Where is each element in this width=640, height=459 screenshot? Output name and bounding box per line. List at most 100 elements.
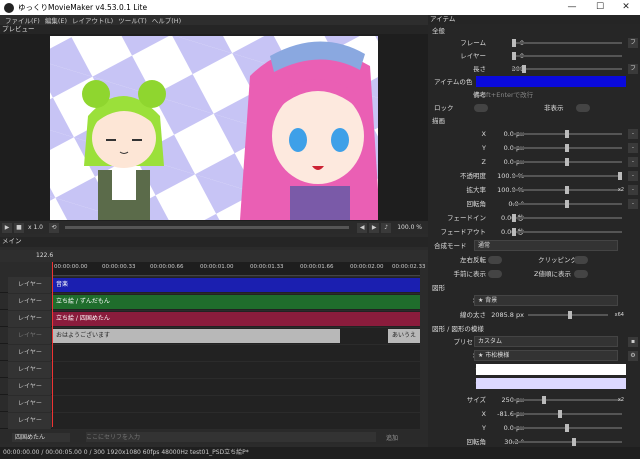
- layer-name[interactable]: レイヤー 03: [8, 328, 51, 355]
- preview-header: プレビュー: [0, 25, 428, 34]
- menu-edit[interactable]: 編集(E): [45, 15, 67, 25]
- layer-track[interactable]: 音楽: [52, 277, 420, 293]
- menu-layout[interactable]: レイアウト(L): [72, 15, 113, 25]
- section-shape[interactable]: 図形: [432, 283, 445, 294]
- layer-name[interactable]: レイヤー 00: [8, 277, 51, 304]
- seek-bar[interactable]: [65, 226, 350, 229]
- layer-name[interactable]: レイヤー 05: [8, 362, 51, 389]
- character-select[interactable]: 四国めたん: [12, 433, 70, 442]
- shape-kind-select[interactable]: ★ 背景: [474, 295, 618, 306]
- keyframe-button[interactable]: -: [628, 199, 638, 209]
- layer-track[interactable]: 立ち絵 / ずんだもん: [52, 294, 420, 310]
- label: レイヤー: [460, 52, 486, 60]
- menu-tools[interactable]: ツール(T): [118, 15, 147, 25]
- color2-swatch[interactable]: [476, 378, 626, 389]
- timeline-clip[interactable]: あいうえお: [388, 329, 420, 353]
- layer-name[interactable]: レイヤー 08: [8, 413, 51, 440]
- layer-row: レイヤー 03 おはようございます あいうえお: [0, 328, 420, 355]
- keyframe-button[interactable]: -: [628, 185, 638, 195]
- blend-mode-select[interactable]: 通常: [474, 240, 618, 251]
- flip-toggle[interactable]: [488, 256, 502, 264]
- layer-track[interactable]: [52, 362, 420, 378]
- timeline-clip[interactable]: おはようございます: [52, 329, 340, 343]
- stop-icon[interactable]: ■: [14, 222, 24, 233]
- sync-icon[interactable]: ⟲: [49, 222, 59, 233]
- label: 左右反転: [460, 256, 486, 264]
- keyframe-button[interactable]: フ: [628, 64, 638, 74]
- label: フェードイン: [447, 214, 486, 222]
- layer-name[interactable]: レイヤー 07: [8, 396, 51, 423]
- dialogue-input[interactable]: [86, 432, 376, 442]
- timeline-ruler[interactable]: 00:00:00.00 00:00:00.33 00:00:00.66 00:0…: [52, 262, 425, 276]
- layer-name[interactable]: レイヤー 06: [8, 379, 51, 406]
- layer-track[interactable]: [52, 345, 420, 361]
- note-input[interactable]: Shift+Enterで改行: [476, 89, 533, 101]
- timeline-clip[interactable]: 立ち絵 / 四国めたん: [52, 312, 420, 326]
- label: 拡大率: [466, 186, 487, 194]
- layer-name[interactable]: レイヤー 04: [8, 345, 51, 372]
- layer-track[interactable]: おはようございます あいうえお: [52, 328, 420, 353]
- keyframe-button[interactable]: -: [628, 129, 638, 139]
- preview-area[interactable]: [0, 34, 428, 221]
- pattern-type-select[interactable]: ★ 市松模様: [474, 350, 618, 361]
- menu-file[interactable]: ファイル(F): [5, 15, 40, 25]
- layer-row: レイヤー 06: [0, 379, 420, 406]
- tick-label: 00:00:00.00: [54, 264, 88, 270]
- color1-swatch[interactable]: [476, 364, 626, 375]
- section-draw[interactable]: 描画: [432, 116, 445, 127]
- window-title: ゆっくりMovieMaker v4.53.0.1 Lite: [18, 3, 148, 12]
- maximize-button[interactable]: ☐: [588, 0, 612, 15]
- front-toggle[interactable]: [488, 270, 502, 278]
- timeline-clip[interactable]: 音楽: [52, 278, 420, 292]
- play-icon[interactable]: ▶: [2, 222, 12, 233]
- add-button[interactable]: 追加: [386, 433, 398, 442]
- timeline-zoom-value[interactable]: 122.6: [36, 252, 53, 259]
- layer-row: レイヤー 02 立ち絵 / 四国めたん: [0, 311, 420, 338]
- settings-icon[interactable]: ⚙: [628, 351, 638, 361]
- timeline-toolbar: 122.6: [0, 250, 428, 262]
- next-frame-icon[interactable]: ▶: [369, 222, 380, 233]
- menu-bar: ファイル(F) 編集(E) レイアウト(L) ツール(T) ヘルプ(H): [0, 15, 428, 25]
- playhead[interactable]: [52, 262, 53, 427]
- timeline-clip[interactable]: 立ち絵 / ずんだもん: [52, 295, 420, 309]
- layer-row: レイヤー 07: [0, 396, 420, 423]
- tick-label: 00:00:00.33: [102, 264, 136, 270]
- clipping-toggle[interactable]: [574, 256, 588, 264]
- section-general[interactable]: 全般: [432, 26, 445, 37]
- keyframe-button[interactable]: -: [628, 171, 638, 181]
- keyframe-button[interactable]: -: [628, 143, 638, 153]
- keyframe-button[interactable]: フ: [628, 38, 638, 48]
- layer-track[interactable]: [52, 396, 420, 412]
- preset-select[interactable]: カスタム: [474, 336, 618, 347]
- lock-toggle[interactable]: [474, 104, 488, 112]
- prev-frame-icon[interactable]: ◀: [357, 222, 368, 233]
- preview-canvas[interactable]: [50, 36, 378, 220]
- keyframe-button[interactable]: -: [628, 157, 638, 167]
- layer-row: レイヤー 08: [0, 413, 420, 440]
- minimize-button[interactable]: —: [560, 0, 584, 15]
- menu-help[interactable]: ヘルプ(H): [152, 15, 181, 25]
- playback-controls: ▶ ■ x 1.0 ⟲ ◀ ▶ ♪ 100.0 %: [0, 221, 428, 234]
- label: クリッピング: [538, 256, 577, 264]
- timeline-layers: レイヤー 00 音楽 レイヤー 01 立ち絵 / ずんだもん レイヤー 02 立…: [0, 277, 420, 440]
- close-button[interactable]: ✕: [614, 0, 638, 15]
- speed-select[interactable]: x 1.0: [28, 224, 43, 231]
- layer-track[interactable]: 立ち絵 / 四国めたん: [52, 311, 420, 327]
- layer-row: レイヤー 04: [0, 345, 420, 372]
- layer-track[interactable]: [52, 413, 420, 429]
- item-color-swatch[interactable]: [476, 76, 626, 87]
- label: 不透明度: [460, 172, 486, 180]
- label: Y: [482, 424, 486, 432]
- label: 回転角: [466, 438, 487, 446]
- hide-toggle[interactable]: [576, 104, 590, 112]
- zbuffer-toggle[interactable]: [574, 270, 588, 278]
- tick-label: 00:00:01.66: [300, 264, 334, 270]
- section-pattern[interactable]: 図形 / 図形の模様: [432, 324, 484, 335]
- linewidth-value[interactable]: 2085.8 px: [478, 309, 524, 321]
- layer-name[interactable]: レイヤー 01: [8, 294, 51, 321]
- label: フレーム: [460, 39, 486, 47]
- layer-track[interactable]: [52, 379, 420, 395]
- layer-name[interactable]: レイヤー 02: [8, 311, 51, 338]
- volume-icon[interactable]: ♪: [381, 222, 392, 233]
- save-icon[interactable]: ▪: [628, 337, 638, 347]
